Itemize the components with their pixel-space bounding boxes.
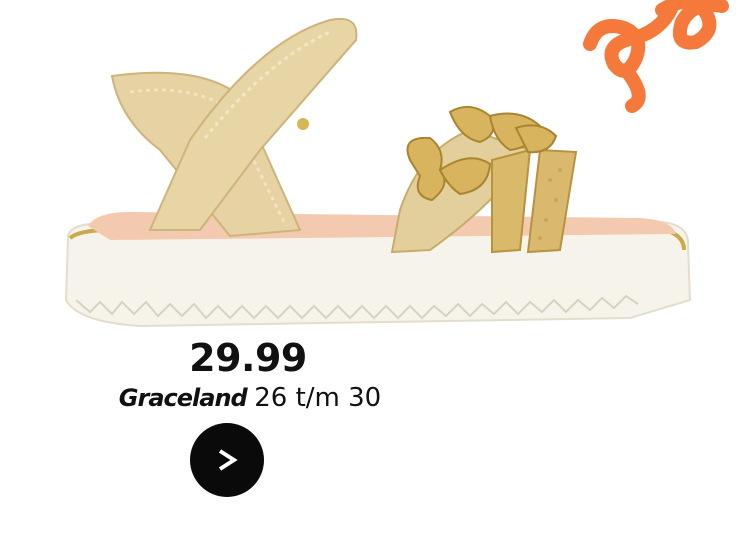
view-product-button[interactable]: [190, 423, 264, 497]
chevron-right-icon: [218, 449, 238, 471]
orange-swirl-decoration: [583, 0, 729, 113]
price-value: 29.99: [189, 336, 307, 380]
brand-name: Graceland: [118, 384, 248, 412]
size-range: 26 t/m 30: [254, 383, 382, 413]
product-description: Graceland 26 t/m 30: [0, 382, 500, 413]
product-price: 29.99: [0, 336, 500, 380]
